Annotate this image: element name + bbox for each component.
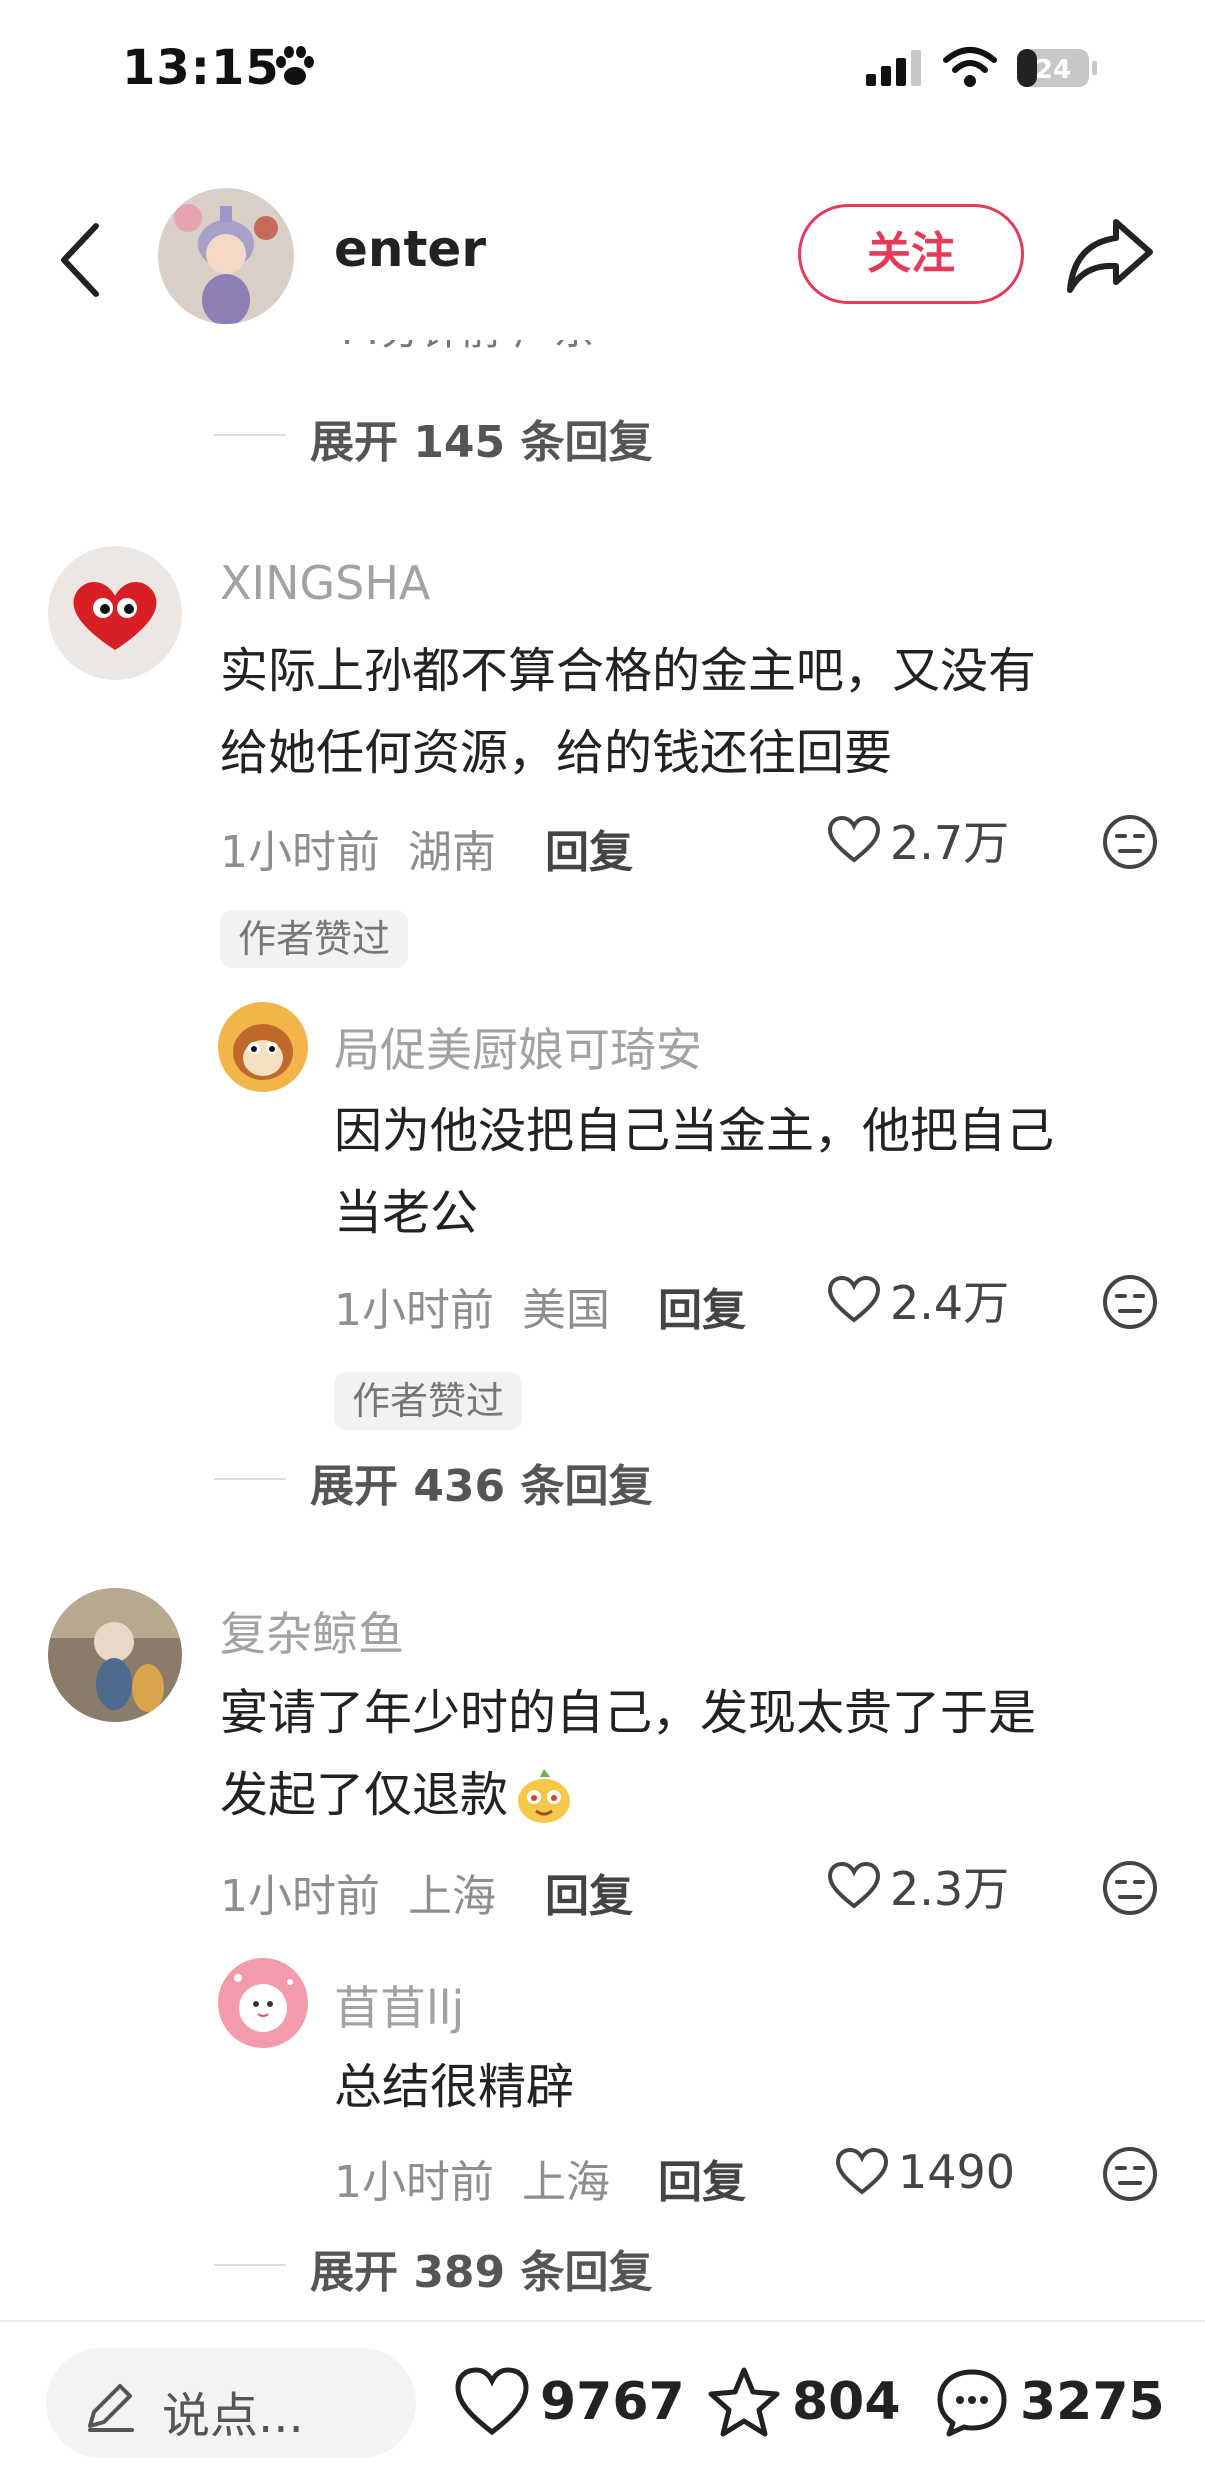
reply-time: 1小时前 (334, 2157, 494, 2208)
replier-avatar[interactable] (218, 1002, 308, 1092)
favorite-button[interactable]: 804 (706, 2364, 901, 2440)
comment-line-wrapper: 发起了仅退款 (220, 1754, 1036, 1836)
post-like-count: 9767 (540, 2372, 685, 2432)
divider-line (214, 1478, 286, 1480)
author-liked-badge: 作者赞过 (220, 910, 409, 968)
dislike-face-icon[interactable] (1102, 814, 1158, 870)
top-nav-bar: enter 关注 (0, 170, 1205, 340)
reply-line: 总结很精辟 (334, 2059, 575, 2115)
heart-icon (828, 816, 880, 863)
commenter-name[interactable]: 复杂鲸鱼 (220, 1598, 404, 1664)
comment-location: 湖南 (408, 827, 496, 878)
comment-time: 1小时前 (220, 827, 380, 878)
wifi-icon (943, 47, 997, 87)
reply-meta: 1小时前 美国 (334, 1274, 610, 1338)
like-button[interactable]: 2.7万 (828, 810, 1009, 870)
reply-button[interactable]: 回复 (658, 2146, 746, 2210)
reply-button[interactable]: 回复 (545, 816, 633, 880)
comment-text: 宴请了年少时的自己，发现太贵了于是 发起了仅退款 (220, 1672, 1036, 1836)
comment-line: 实际上孙都不算合格的金主吧，又没有 (220, 643, 1037, 699)
reply-location: 美国 (522, 1285, 610, 1336)
comment-time: 1小时前 (220, 1871, 380, 1922)
like-count: 2.7万 (890, 816, 1010, 870)
share-icon[interactable] (1064, 214, 1156, 296)
reply-text: 总结很精辟 (334, 2046, 574, 2128)
reply-text: 因为他没把自己当金主，他把自己 当老公 (334, 1090, 1054, 1254)
author-avatar[interactable] (158, 188, 294, 324)
heart-icon (828, 1862, 880, 1909)
commenter-avatar[interactable] (48, 1588, 182, 1722)
divider-line (214, 434, 286, 436)
reply-line: 当老公 (334, 1185, 479, 1241)
comment-location: 上海 (408, 1871, 496, 1922)
commenter-name[interactable]: XINGSHA (220, 556, 430, 610)
emoji-sticker-icon (518, 1769, 571, 1823)
comment-line: 发起了仅退款 (220, 1767, 509, 1823)
comment-count: 3275 (1020, 2372, 1165, 2432)
comment-meta: 1小时前 上海 (220, 1860, 496, 1924)
like-count: 1490 (898, 2145, 1016, 2199)
reply-location: 上海 (522, 2157, 610, 2208)
replier-name[interactable]: 苜苜llj (334, 1972, 464, 2038)
dislike-face-icon[interactable] (1102, 1274, 1158, 1330)
bottom-action-bar: 说点... 9767 804 3275 (0, 2320, 1205, 2480)
battery-icon: 24 (1017, 49, 1097, 87)
heart-icon (455, 2367, 529, 2436)
like-post-button[interactable]: 9767 (454, 2364, 685, 2440)
reply-button[interactable]: 回复 (658, 1274, 746, 1338)
comment-line: 给她任何资源，给的钱还往回要 (220, 725, 893, 781)
reply-button[interactable]: 回复 (545, 1860, 633, 1924)
replier-avatar[interactable] (218, 1958, 308, 2048)
comments-button[interactable]: 3275 (934, 2364, 1165, 2440)
author-liked-badge: 作者赞过 (334, 1372, 523, 1430)
like-count: 2.3万 (890, 1862, 1010, 1916)
star-icon (708, 2367, 780, 2437)
favorite-count: 804 (792, 2372, 901, 2432)
heart-icon (836, 2148, 888, 2195)
pencil-icon (88, 2384, 134, 2432)
follow-button[interactable]: 关注 (798, 204, 1024, 304)
back-arrow-icon[interactable] (56, 220, 104, 300)
like-button[interactable]: 1490 (836, 2142, 1015, 2202)
divider-line (214, 2264, 286, 2266)
commenter-avatar[interactable] (48, 546, 182, 680)
dislike-face-icon[interactable] (1102, 2146, 1158, 2202)
like-count: 2.4万 (890, 1276, 1010, 1330)
comment-text: 实际上孙都不算合格的金主吧，又没有 给她任何资源，给的钱还往回要 (220, 630, 1036, 794)
comment-meta: 1小时前 湖南 (220, 816, 496, 880)
author-name[interactable]: enter (334, 220, 486, 278)
dislike-face-icon[interactable] (1102, 1860, 1158, 1916)
expand-replies-button[interactable]: 展开 389 条回复 (310, 2236, 652, 2300)
reply-meta: 1小时前 上海 (334, 2146, 610, 2210)
reply-line: 因为他没把自己当金主，他把自己 (334, 1103, 1055, 1159)
comment-bubble-icon (937, 2369, 1007, 2437)
battery-level: 24 (1035, 55, 1071, 85)
comment-input-placeholder: 说点... (162, 2388, 304, 2444)
status-time: 13:15 (122, 40, 280, 96)
expand-replies-button[interactable]: 展开 145 条回复 (310, 406, 652, 470)
comment-line: 宴请了年少时的自己，发现太贵了于是 (220, 1685, 1037, 1741)
status-bar: 13:15 24 (0, 0, 1205, 140)
paw-icon (276, 46, 314, 85)
like-button[interactable]: 2.3万 (828, 1856, 1009, 1916)
comment-input[interactable]: 说点... (46, 2348, 416, 2458)
heart-icon (828, 1276, 880, 1323)
reply-time: 1小时前 (334, 1285, 494, 1336)
replier-name[interactable]: 局促美厨娘可琦安 (334, 1014, 702, 1080)
expand-replies-button[interactable]: 展开 436 条回复 (310, 1450, 652, 1514)
like-button[interactable]: 2.4万 (828, 1270, 1009, 1330)
cellular-signal-icon (866, 50, 921, 86)
